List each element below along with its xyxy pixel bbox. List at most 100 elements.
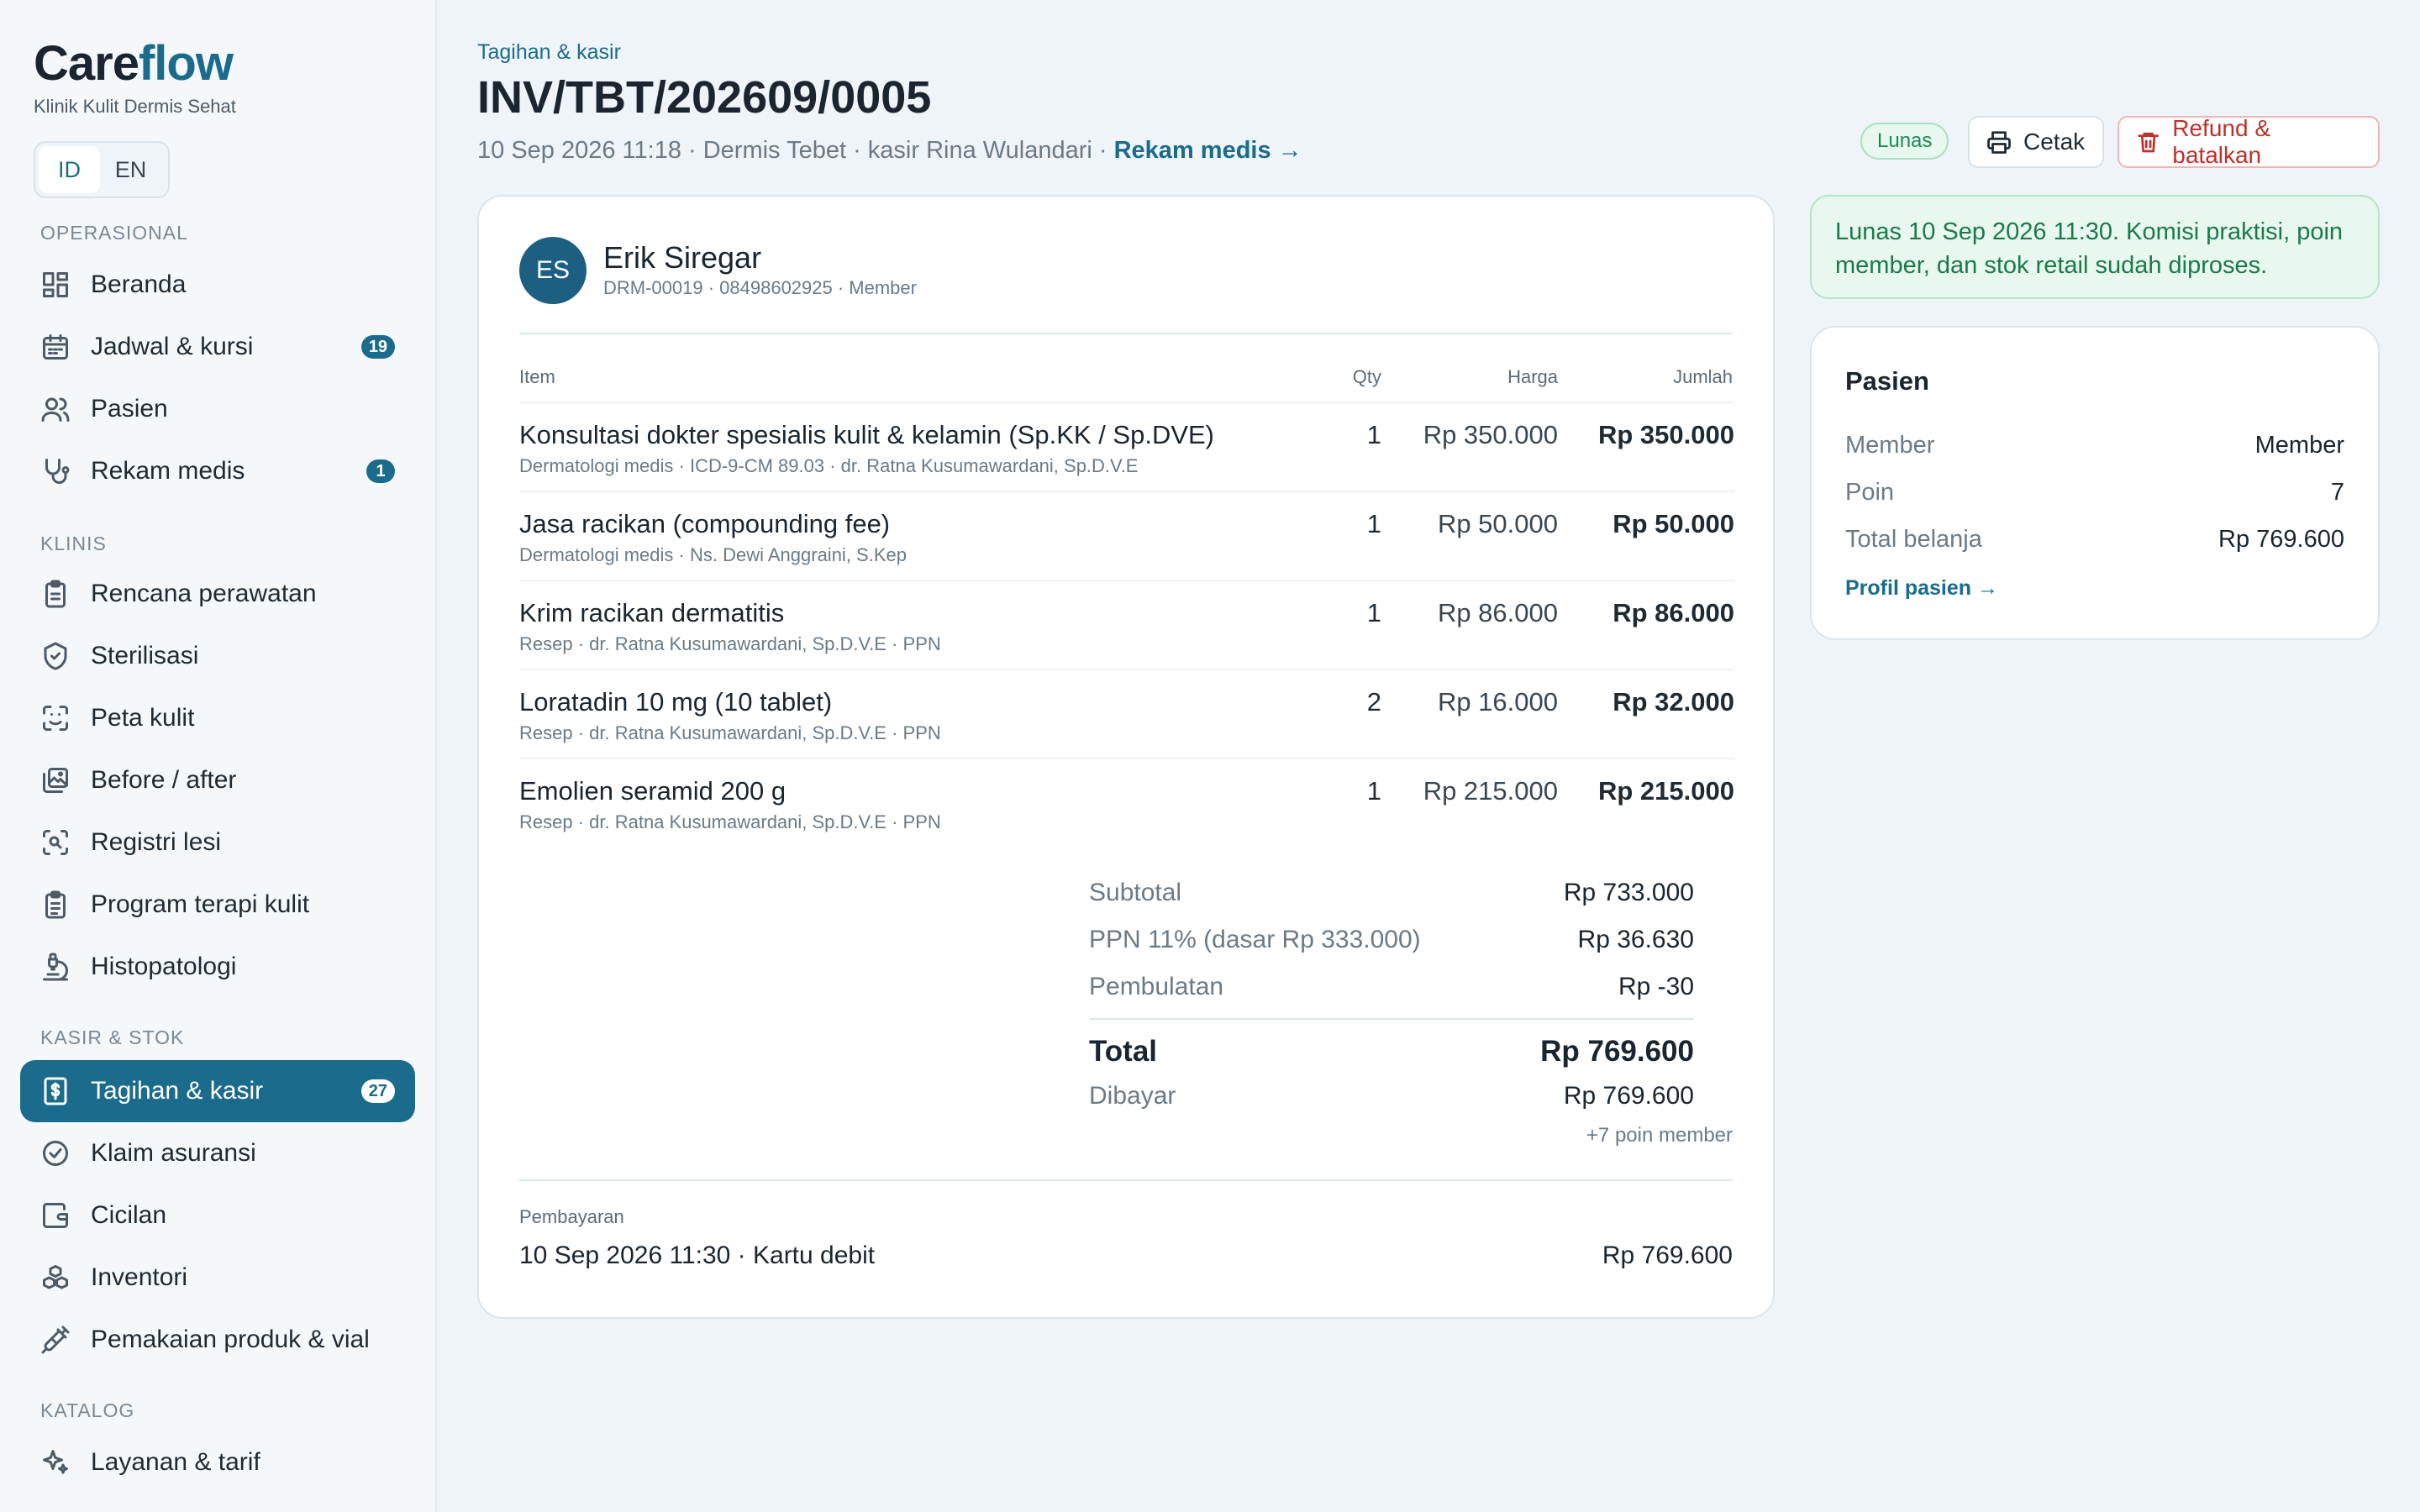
paid-value: Rp 769.600 (1563, 1082, 1694, 1110)
refund-label: Refund & batalkan (2172, 115, 2271, 168)
dashboard-icon (40, 270, 71, 300)
sidebar-item-pasien[interactable]: Pasien (20, 378, 415, 440)
subtotal-value: Rp 733.000 (1563, 879, 1694, 906)
count-badge: 1 (366, 459, 395, 483)
sidebar-item-label: Jadwal & kursi (91, 333, 254, 360)
sidebar-item-label: Rencana perawatan (91, 580, 317, 607)
sidebar-item-cicilan[interactable]: Cicilan (20, 1184, 415, 1247)
table-row: Loratadin 10 mg (10 tablet) Resep · dr. … (519, 669, 1734, 758)
section-klinis: KLINIS (40, 533, 107, 554)
print-button[interactable]: Cetak (1968, 116, 2104, 168)
sidebar-item-before-after[interactable]: Before / after (20, 749, 415, 811)
boxes-icon (40, 1263, 71, 1293)
sidebar-item-tagihan-kasir[interactable]: Tagihan & kasir 27 (20, 1060, 415, 1122)
patient-name[interactable]: Erik Siregar (603, 240, 761, 276)
tax-label: PPN 11% (dasar Rp 333.000) (1089, 926, 1421, 953)
sidebar-item-label: Cicilan (91, 1201, 167, 1229)
check-circle-icon (40, 1138, 71, 1168)
sidebar-item-inventori[interactable]: Inventori (20, 1247, 415, 1309)
item-amount: Rp 32.000 (1612, 687, 1734, 717)
sidebar-item-layanan-tarif[interactable]: Layanan & tarif (20, 1431, 415, 1494)
item-name: Krim racikan dermatitis (519, 598, 785, 627)
sidebar-item-label: Rekam medis (91, 457, 245, 485)
sidebar-item-klaim-asuransi[interactable]: Klaim asuransi (20, 1122, 415, 1184)
total-spend-label: Total belanja (1845, 526, 1982, 553)
table-row: Emolien seramid 200 g Resep · dr. Ratna … (519, 758, 1734, 847)
item-name: Konsultasi dokter spesialis kulit & kela… (519, 420, 1215, 449)
stethoscope-icon (40, 456, 71, 486)
patient-profile-link[interactable]: Profil pasien → (1845, 576, 1998, 601)
sidebar-item-label: Program terapi kulit (91, 890, 310, 918)
sparkles-icon (40, 1447, 71, 1478)
users-icon (40, 394, 71, 424)
paid-notice: Lunas 10 Sep 2026 11:30. Komisi praktisi… (1810, 195, 2380, 299)
lang-en-button[interactable]: EN (100, 146, 161, 193)
avatar: ES (519, 237, 587, 304)
total-label: Total (1089, 1035, 1158, 1068)
item-detail: Dermatologi medis · ICD-9-CM 89.03 · dr.… (519, 455, 1139, 476)
item-detail: Dermatologi medis · Ns. Dewi Anggraini, … (519, 544, 907, 565)
sidebar-item-histopatologi[interactable]: Histopatologi (20, 936, 415, 998)
section-operasional: OPERASIONAL (40, 222, 188, 244)
item-price: Rp 215.000 (1423, 776, 1558, 806)
payment-label: Pembayaran (519, 1206, 624, 1227)
images-icon (40, 765, 71, 795)
sidebar-item-label: Peta kulit (91, 704, 195, 732)
microscope-icon (40, 952, 71, 982)
rekam-medis-link[interactable]: Rekam medis → (1114, 137, 1302, 164)
sidebar: Careflow Klinik Kulit Dermis Sehat ID EN… (0, 0, 437, 1512)
col-qty: Qty (1352, 366, 1381, 387)
payment-detail: 10 Sep 2026 11:30 · Kartu debit (519, 1242, 876, 1269)
member-points: +7 poin member (1586, 1124, 1733, 1147)
item-qty: 2 (1366, 687, 1381, 717)
lang-id-button[interactable]: ID (39, 146, 100, 193)
sidebar-item-registri-lesi[interactable]: Registri lesi (20, 811, 415, 874)
sidebar-item-rekam-medis[interactable]: Rekam medis 1 (20, 440, 415, 502)
item-name: Emolien seramid 200 g (519, 776, 786, 806)
brand-logo[interactable]: Careflow (34, 37, 234, 91)
sidebar-item-label: Before / after (91, 766, 237, 794)
item-amount: Rp 350.000 (1598, 420, 1734, 449)
member-value: Member (2254, 432, 2344, 459)
breadcrumb[interactable]: Tagihan & kasir (477, 40, 621, 65)
sidebar-item-rencana-perawatan[interactable]: Rencana perawatan (20, 563, 415, 625)
sidebar-item-label: Beranda (91, 270, 187, 298)
sidebar-item-sterilisasi[interactable]: Sterilisasi (20, 625, 415, 687)
points-label: Poin (1845, 479, 1895, 506)
face-scan-icon (40, 703, 71, 733)
item-qty: 1 (1366, 598, 1381, 627)
wallet-icon (40, 1200, 71, 1231)
sidebar-item-pemakaian-produk[interactable]: Pemakaian produk & vial (20, 1309, 415, 1371)
sidebar-item-program-terapi[interactable]: Program terapi kulit (20, 874, 415, 936)
count-badge: 27 (360, 1079, 395, 1103)
sidebar-item-label: Layanan & tarif (91, 1448, 260, 1476)
rounding-value: Rp -30 (1618, 973, 1694, 1000)
table-row: Jasa racikan (compounding fee) Dermatolo… (519, 491, 1734, 580)
item-qty: 1 (1366, 420, 1381, 449)
trash-icon (2138, 132, 2159, 153)
subtotal-label: Subtotal (1089, 879, 1182, 906)
col-amount: Jumlah (1673, 366, 1733, 387)
refund-cancel-button[interactable]: Refund & batalkan (2118, 115, 2380, 168)
clinic-name: Klinik Kulit Dermis Sehat (34, 96, 236, 117)
clipboard-icon (40, 579, 71, 609)
points-value: 7 (2330, 479, 2344, 506)
item-price: Rp 86.000 (1437, 598, 1558, 627)
table-row: Krim racikan dermatitis Resep · dr. Ratn… (519, 580, 1734, 669)
sidebar-item-peta-kulit[interactable]: Peta kulit (20, 687, 415, 749)
sidebar-item-beranda[interactable]: Beranda (20, 254, 415, 316)
item-detail: Resep · dr. Ratna Kusumawardani, Sp.D.V.… (519, 633, 941, 654)
scan-search-icon (40, 827, 71, 858)
sidebar-item-jadwal[interactable]: Jadwal & kursi 19 (20, 316, 415, 378)
item-amount: Rp 215.000 (1598, 776, 1734, 806)
rounding-label: Pembulatan (1089, 973, 1224, 1000)
page-title: INV/TBT/202609/0005 (477, 72, 932, 123)
sidebar-item-label: Klaim asuransi (91, 1139, 256, 1167)
item-qty: 1 (1366, 509, 1381, 538)
item-detail: Resep · dr. Ratna Kusumawardani, Sp.D.V.… (519, 811, 941, 832)
payment-amount: Rp 769.600 (1602, 1242, 1733, 1269)
calendar-icon (40, 332, 71, 362)
patient-card: Pasien Member Member Poin 7 Total belanj… (1810, 326, 2380, 640)
printer-icon (1987, 131, 2011, 154)
divider (519, 1179, 1733, 1181)
